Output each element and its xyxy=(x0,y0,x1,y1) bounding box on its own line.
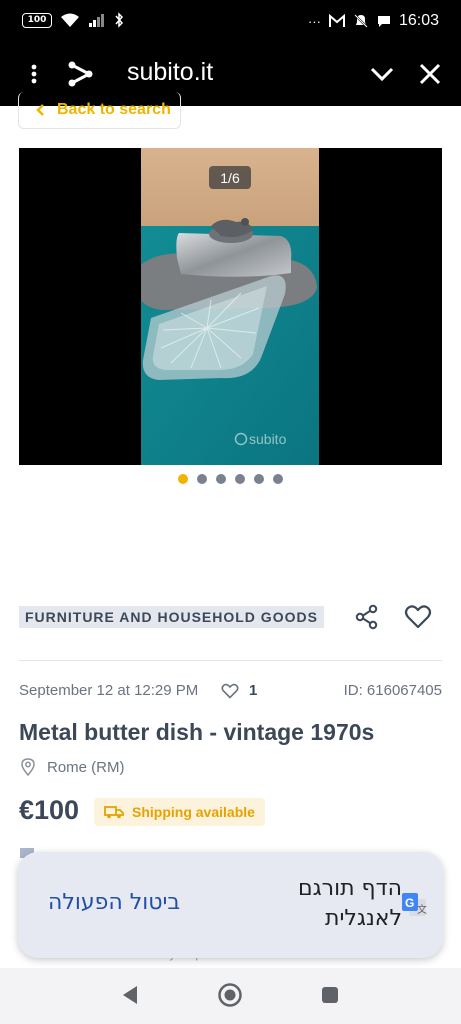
battery-icon: 100 xyxy=(22,12,52,28)
favorite-heart-icon[interactable] xyxy=(404,604,432,630)
divider xyxy=(19,660,442,661)
chevron-left-icon xyxy=(36,104,44,116)
publish-date: September 12 at 12:29 PM xyxy=(19,682,199,699)
translation-message: הדף תורגם לאנגלית xyxy=(298,876,402,931)
bluetooth-icon xyxy=(115,12,124,28)
status-bar: 100 ··· 16:03 xyxy=(0,0,461,44)
category-badge[interactable]: FURNITURE AND HOUSEHOLD GOODS xyxy=(19,606,324,628)
location-pin-icon xyxy=(21,758,35,776)
back-to-search-label: Back to search xyxy=(57,101,171,118)
favorites-count: 1 xyxy=(249,682,258,699)
more-notifications-icon: ··· xyxy=(307,13,321,29)
location-text: Rome (RM) xyxy=(47,758,125,776)
watermark: subito xyxy=(249,431,287,447)
google-translate-icon: 文 G xyxy=(402,893,427,916)
share-ad-icon[interactable] xyxy=(354,604,380,630)
image-counter: 1/6 xyxy=(209,166,251,189)
translate-snackbar: ביטול הפעולה הדף תורגם לאנגלית 文 G xyxy=(18,852,443,958)
nav-back-icon[interactable] xyxy=(120,984,140,1006)
undo-translation-button[interactable]: ביטול הפעולה xyxy=(48,890,180,915)
clock: 16:03 xyxy=(398,12,439,29)
product-photo[interactable]: subito xyxy=(141,148,319,465)
battery-level: 100 xyxy=(27,15,47,25)
price: €100 xyxy=(19,795,80,825)
mute-icon xyxy=(354,14,368,28)
nav-home-icon[interactable] xyxy=(217,982,243,1008)
system-nav-bar xyxy=(0,968,461,1024)
svg-text:G: G xyxy=(405,896,414,910)
chevron-down-icon[interactable] xyxy=(368,60,396,88)
wifi-icon xyxy=(61,13,79,27)
close-icon[interactable] xyxy=(416,60,444,88)
svg-text:文: 文 xyxy=(417,903,427,916)
site-title: subito.it xyxy=(127,58,214,86)
ad-meta: September 12 at 12:29 PM 1 ID: 616067405 xyxy=(19,682,442,702)
gallery-pagination xyxy=(178,474,283,484)
pagination-dot[interactable] xyxy=(254,474,264,484)
image-gallery[interactable]: subito xyxy=(19,148,442,465)
pagination-dot[interactable] xyxy=(216,474,226,484)
pagination-dot[interactable] xyxy=(197,474,207,484)
favorites-counter: 1 xyxy=(221,682,257,699)
delivery-truck-icon xyxy=(104,806,124,819)
heart-outline-icon xyxy=(221,683,239,699)
ad-title: Metal butter dish - vintage 1970s xyxy=(19,719,375,745)
pagination-dot[interactable] xyxy=(178,474,188,484)
ad-id: ID: 616067405 xyxy=(343,682,442,699)
share-icon[interactable] xyxy=(64,58,96,90)
gmail-icon xyxy=(328,14,345,27)
nav-recents-icon[interactable] xyxy=(320,985,340,1005)
back-to-search-button[interactable]: Back to search xyxy=(18,92,181,129)
chat-icon xyxy=(377,16,390,27)
ad-location: Rome (RM) xyxy=(21,758,125,776)
pagination-dot[interactable] xyxy=(235,474,245,484)
more-options-icon[interactable] xyxy=(22,62,46,86)
shipping-label: Shipping available xyxy=(132,804,255,820)
pagination-dot[interactable] xyxy=(273,474,283,484)
shipping-badge: Shipping available xyxy=(94,798,265,826)
signal-icon xyxy=(89,14,104,27)
